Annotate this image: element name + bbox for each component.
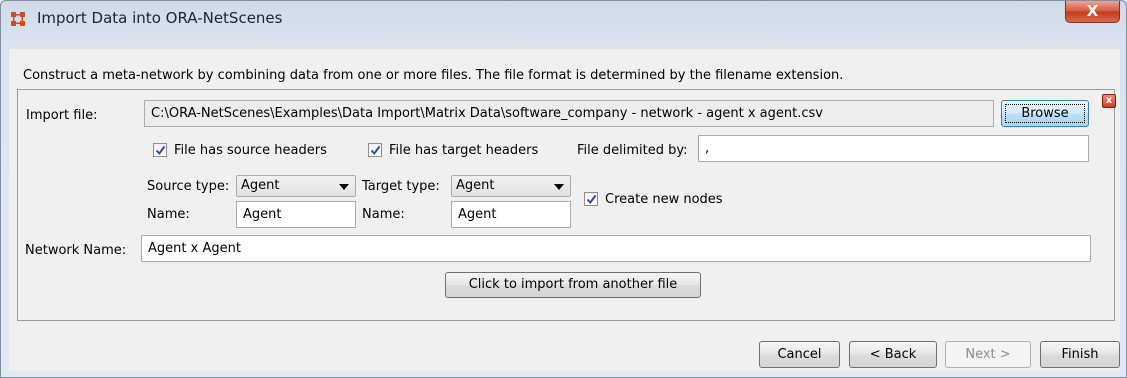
cancel-button[interactable]: Cancel bbox=[759, 341, 840, 368]
source-name-input[interactable]: Agent bbox=[236, 201, 356, 228]
network-name-label: Network Name: bbox=[25, 243, 127, 258]
import-another-file-label: Click to import from another file bbox=[468, 277, 678, 292]
create-new-nodes-checkbox[interactable] bbox=[584, 192, 598, 206]
import-another-file-button[interactable]: Click to import from another file bbox=[445, 272, 701, 298]
target-name-label: Name: bbox=[362, 207, 405, 222]
source-type-value: Agent bbox=[241, 178, 280, 193]
target-headers-checkbox[interactable] bbox=[368, 143, 382, 157]
target-name-input[interactable]: Agent bbox=[451, 201, 571, 228]
target-type-value: Agent bbox=[456, 178, 495, 193]
finish-button[interactable]: Finish bbox=[1040, 341, 1120, 368]
back-label: < Back bbox=[869, 347, 917, 362]
remove-icon[interactable]: x bbox=[1102, 94, 1116, 108]
source-headers-label: File has source headers bbox=[174, 143, 327, 158]
source-type-label: Source type: bbox=[147, 179, 230, 194]
next-label: Next > bbox=[965, 347, 1011, 362]
chevron-down-icon bbox=[339, 184, 349, 190]
network-name-input[interactable]: Agent x Agent bbox=[141, 235, 1091, 262]
import-file-path-field[interactable]: C:\ORA-NetScenes\Examples\Data Import\Ma… bbox=[144, 100, 994, 127]
finish-label: Finish bbox=[1061, 347, 1099, 362]
delimited-by-label: File delimited by: bbox=[577, 143, 688, 158]
window-title: Import Data into ORA-NetScenes bbox=[37, 9, 283, 27]
target-type-select[interactable]: Agent bbox=[451, 175, 571, 197]
target-type-label: Target type: bbox=[362, 179, 440, 194]
close-button[interactable]: X bbox=[1065, 1, 1120, 23]
network-app-icon bbox=[11, 12, 25, 26]
target-headers-label: File has target headers bbox=[389, 143, 539, 158]
back-button[interactable]: < Back bbox=[849, 341, 937, 368]
import-dialog-window: Import Data into ORA-NetScenes X Constru… bbox=[0, 0, 1127, 378]
chevron-down-icon bbox=[554, 184, 564, 190]
source-name-label: Name: bbox=[147, 207, 190, 222]
next-button[interactable]: Next > bbox=[945, 341, 1031, 368]
close-icon: X bbox=[1086, 2, 1099, 20]
checkmark-icon bbox=[586, 194, 597, 205]
title-bar[interactable]: Import Data into ORA-NetScenes X bbox=[1, 1, 1126, 35]
source-type-select[interactable]: Agent bbox=[236, 175, 356, 197]
delimiter-input[interactable]: , bbox=[698, 135, 1089, 162]
checkmark-icon bbox=[155, 145, 166, 156]
source-headers-checkbox[interactable] bbox=[153, 143, 167, 157]
cancel-label: Cancel bbox=[777, 347, 822, 362]
create-new-nodes-label: Create new nodes bbox=[605, 192, 723, 207]
description-text: Construct a meta-network by combining da… bbox=[23, 68, 844, 83]
import-file-label: Import file: bbox=[26, 108, 98, 123]
browse-button[interactable]: Browse bbox=[1001, 100, 1089, 127]
focus-ring bbox=[1005, 104, 1085, 123]
checkmark-icon bbox=[370, 145, 381, 156]
